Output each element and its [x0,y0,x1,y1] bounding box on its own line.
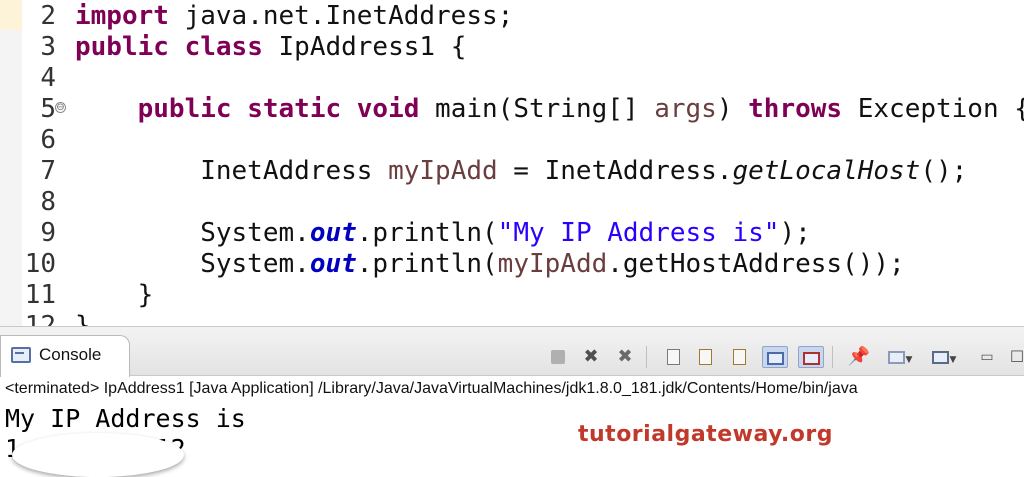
code-token: .println( [356,249,498,279]
console-tab-bar: Console ✖ ✖ 📌 ▼ ▼ ▭ ☐ [0,326,1024,377]
code-token: public [137,94,232,124]
code-line: 3 public class IpAddress1 { [0,32,1024,63]
code-token: Exception { [842,94,1024,124]
code-line: 4 [0,63,1024,94]
code-token: ); [779,218,811,248]
code-line: 9 System.out.println("My IP Address is")… [0,218,1024,249]
code-text: System.out.println(myIpAdd.getHostAddres… [75,249,905,280]
redaction-overlay [12,433,184,477]
code-token: args [654,94,717,124]
code-token: "My IP Address is" [497,218,780,248]
console-panel: Console ✖ ✖ 📌 ▼ ▼ ▭ ☐ <terminated> IpAdd… [0,326,1024,477]
pin-console-icon[interactable]: 📌 [846,346,872,368]
code-token: import [75,1,169,31]
terminate-icon[interactable] [545,346,571,368]
code-token: IpAddress1 { [262,32,467,62]
line-number: 10 [24,249,56,279]
tab-console[interactable]: Console [0,335,130,377]
code-token: InetAddress [75,156,389,186]
line-number: 11 [24,280,56,310]
clear-console-icon[interactable] [660,346,686,368]
show-on-stdout-icon[interactable] [762,346,788,368]
code-token: getLocalHost [732,156,921,186]
maximize-icon[interactable]: ☐ [1004,346,1024,368]
line-number: 2 [40,1,56,31]
line-number: 7 [40,156,56,186]
code-token: } [75,311,91,326]
code-token: (); [920,156,968,186]
code-token: out [309,249,357,279]
code-token: throws [748,94,843,124]
code-line: 7 InetAddress myIpAdd = InetAddress.getL… [0,156,1024,187]
code-token: System. [75,218,310,248]
console-output-line: My IP Address is [5,404,246,433]
code-text: System.out.println("My IP Address is"); [75,218,811,249]
line-number: 8 [40,187,56,217]
code-token: } [75,280,154,310]
code-line: 2 import java.net.InetAddress; [0,1,1024,32]
line-number: 5 [40,94,56,124]
code-text: InetAddress myIpAdd = InetAddress.getLoc… [75,156,967,187]
console-icon [11,347,31,363]
code-token: myIpAdd [497,249,608,279]
scroll-lock-icon[interactable] [692,346,718,368]
console-launch-info: <terminated> IpAddress1 [Java Applicatio… [5,380,858,397]
line-number: 6 [40,125,56,155]
line-number: 9 [40,218,56,248]
code-line: 8 [0,187,1024,218]
code-token: ) [716,94,749,124]
code-text: import java.net.InetAddress; [75,1,513,32]
code-line: 10 System.out.println(myIpAdd.getHostAdd… [0,249,1024,280]
tab-console-label: Console [39,345,102,364]
code-token: java.net.InetAddress; [168,1,514,31]
code-editor[interactable]: 2 import java.net.InetAddress; 3 public cla… [0,0,1024,326]
line-number: 12 [24,311,56,326]
watermark: tutorialgateway.org [578,422,834,447]
fold-toggle-icon[interactable]: ⊖ [55,102,66,113]
code-text: public static void main(String[] args) t… [75,94,1024,125]
code-text: } [75,280,154,311]
code-token: class [184,32,263,62]
word-wrap-icon[interactable] [726,346,752,368]
display-selected-console-icon[interactable]: ▼ [882,346,918,368]
code-token: .println( [356,218,498,248]
code-token: static [247,94,342,124]
remove-launch-icon[interactable]: ✖ [578,346,604,368]
line-number: 4 [40,63,56,93]
code-line: 12} [0,311,1024,326]
code-text: } [75,311,91,326]
code-token: = InetAddress. [497,156,733,186]
code-token: myIpAdd [388,156,498,186]
code-token: public [75,32,169,62]
line-number: 3 [40,32,56,62]
show-on-stderr-icon[interactable] [798,346,824,368]
code-token: void [356,94,420,124]
minimize-icon[interactable]: ▭ [974,346,1000,368]
code-text: public class IpAddress1 { [75,32,466,63]
code-line: 5 ⊖ public static void main(String[] args… [0,94,1024,125]
code-token: out [309,218,357,248]
code-token: System. [75,249,310,279]
code-line: 11 } [0,280,1024,311]
code-token: main(String[] [419,94,655,124]
remove-all-terminated-icon[interactable]: ✖ [612,346,638,368]
code-line: 6 [0,125,1024,156]
open-console-icon[interactable]: ▼ [926,346,962,368]
code-token: .getHostAddress()); [607,249,905,279]
